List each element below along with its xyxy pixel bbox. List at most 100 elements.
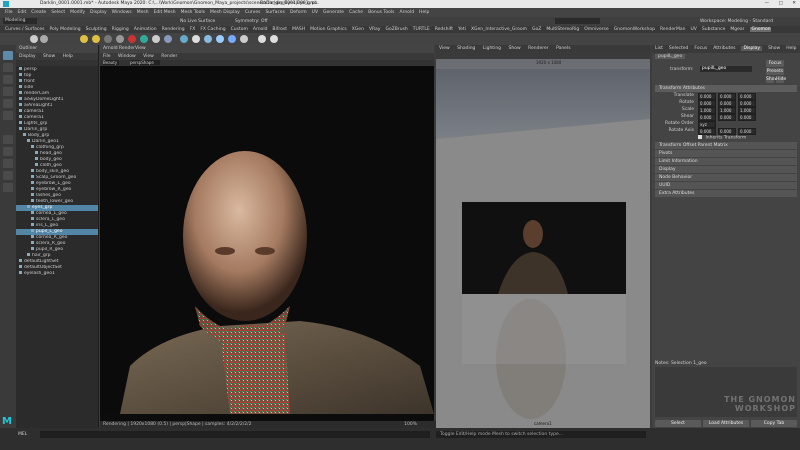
shelf-tab[interactable]: MASH	[292, 27, 305, 32]
shelf-tab[interactable]: RenderMan	[660, 27, 686, 32]
shelf-tab[interactable]: Bifrost	[272, 27, 287, 32]
layout-icon[interactable]	[3, 171, 13, 180]
viewport-menu-view[interactable]: View	[439, 46, 450, 51]
menu-item[interactable]: Help	[419, 10, 429, 15]
attribute-value-field[interactable]: 1.000	[738, 107, 756, 114]
select-tool-icon[interactable]	[3, 51, 13, 60]
ae-section[interactable]: Pivots	[655, 150, 797, 157]
shelf-icon[interactable]	[228, 35, 236, 43]
sphere-icon[interactable]	[152, 35, 160, 43]
layout-icon[interactable]	[3, 183, 13, 192]
attribute-value-field[interactable]: 1.000	[718, 107, 736, 114]
ae-menu-item[interactable]: Focus	[694, 46, 707, 51]
renderview-menu-window[interactable]: Window	[118, 54, 136, 59]
shelf-icon[interactable]	[104, 35, 112, 43]
shelf-tab[interactable]: GoZ	[532, 27, 541, 32]
shelf-icon[interactable]	[164, 35, 172, 43]
inherits-checkbox[interactable]	[698, 135, 702, 139]
ae-section[interactable]: Limit Information	[655, 158, 797, 165]
attribute-value-field[interactable]: 0.000	[698, 100, 716, 107]
workspace-label[interactable]: Workspace: Modeling - Standard	[700, 18, 773, 25]
shelf-tab[interactable]: GnomonWorkshop	[614, 27, 655, 32]
attribute-value-field[interactable]: 0.000	[718, 128, 736, 135]
attribute-value-field[interactable]: 0.000	[738, 93, 756, 100]
camera-viewport[interactable]: View Shading Lighting Show Renderer Pane…	[436, 45, 650, 428]
zoom-level[interactable]: 100%	[404, 421, 417, 428]
attribute-value-field[interactable]: 0.000	[698, 114, 716, 121]
menu-item[interactable]: Mesh Tools	[181, 10, 205, 15]
menu-item[interactable]: Arnold	[399, 10, 414, 15]
menu-item[interactable]: Deform	[290, 10, 307, 15]
renderview-menu-view[interactable]: View	[143, 54, 154, 59]
render-icon[interactable]	[128, 35, 136, 43]
shelf-tab[interactable]: Mgear	[730, 27, 744, 32]
viewport-menu-lighting[interactable]: Lighting	[483, 46, 501, 51]
paint-tool-icon[interactable]	[3, 75, 13, 84]
ae-section[interactable]: Display	[655, 166, 797, 173]
attribute-value-field[interactable]: 0.000	[698, 93, 716, 100]
layout-icon[interactable]	[3, 159, 13, 168]
shelf-tab[interactable]: Yeti	[458, 27, 466, 32]
menu-item[interactable]: Cache	[349, 10, 363, 15]
attribute-value-field[interactable]: 0.000	[738, 100, 756, 107]
shelf-icon[interactable]	[180, 35, 188, 43]
mode-dropdown[interactable]: Modeling	[3, 18, 37, 24]
ae-menu-item[interactable]: Attributes	[713, 46, 735, 51]
attribute-value-field[interactable]: 0.000	[718, 93, 736, 100]
menu-item[interactable]: Modify	[70, 10, 85, 15]
menu-item[interactable]: File	[5, 10, 13, 15]
shelf-tab[interactable]: UV	[691, 27, 697, 32]
shelf-tab[interactable]: TURTLE	[413, 27, 430, 32]
minimize-button[interactable]: —	[765, 1, 770, 6]
menu-item[interactable]: Edit Mesh	[154, 10, 176, 15]
shelf-tab[interactable]: FX	[190, 27, 196, 32]
focus-button[interactable]: Focus	[766, 60, 784, 67]
shelf-icon[interactable]	[40, 35, 48, 43]
viewport-menu-show[interactable]: Show	[508, 46, 520, 51]
camera-dropdown[interactable]: perspShape	[130, 60, 160, 65]
menu-item[interactable]: Bonus Tools	[368, 10, 394, 15]
attribute-value-field[interactable]: 0.000	[718, 114, 736, 121]
node-tab[interactable]: pupilL_geo	[655, 54, 686, 59]
shelf-icon[interactable]	[270, 35, 278, 43]
menu-item[interactable]: Select	[51, 10, 65, 15]
select-button[interactable]: Select	[655, 420, 701, 427]
menu-item[interactable]: Generate	[323, 10, 344, 15]
mel-label[interactable]: MEL	[18, 432, 27, 437]
rotate-tool-icon[interactable]	[3, 99, 13, 108]
shelf-tab[interactable]: XGen	[352, 27, 364, 32]
ae-menu-item[interactable]: Show	[768, 46, 780, 51]
outliner-menu-help[interactable]: Help	[63, 54, 73, 59]
menu-item[interactable]: Display	[90, 10, 107, 15]
layout-icon[interactable]	[3, 147, 13, 156]
shelf-tab[interactable]: Sculpting	[86, 27, 107, 32]
shelf-tab[interactable]: XGen_Interactive_Groom	[471, 27, 527, 32]
live-surface[interactable]: No Live Surface	[180, 18, 215, 25]
symmetry-label[interactable]: Symmetry: Off	[235, 18, 268, 25]
aov-dropdown[interactable]: Beauty	[103, 60, 119, 65]
transform-attributes-section[interactable]: Transform Attributes	[655, 85, 797, 92]
menu-item[interactable]: UV	[312, 10, 318, 15]
shelf-tab[interactable]: Rigging	[112, 27, 129, 32]
menu-item[interactable]: Mesh	[137, 10, 149, 15]
shelf-tab[interactable]: Substance	[702, 27, 726, 32]
layout-icon[interactable]	[3, 135, 13, 144]
shelf-tab[interactable]: Redshift	[435, 27, 453, 32]
outliner-search[interactable]	[16, 60, 98, 66]
shelf-tab[interactable]: Rendering	[162, 27, 185, 32]
shelf-icon[interactable]	[216, 35, 224, 43]
shelf-icon[interactable]	[240, 35, 248, 43]
attribute-value-field[interactable]: 0.000	[718, 100, 736, 107]
shelf-icon[interactable]	[204, 35, 212, 43]
outliner-menu-display[interactable]: Display	[19, 54, 36, 59]
move-tool-icon[interactable]	[3, 87, 13, 96]
ae-section[interactable]: UUID	[655, 182, 797, 189]
shelf-icon[interactable]	[30, 35, 38, 43]
ae-menu-item[interactable]: Selected	[669, 46, 689, 51]
lasso-tool-icon[interactable]	[3, 63, 13, 72]
shelf-icon[interactable]	[258, 35, 266, 43]
presets-button[interactable]: Presets	[766, 68, 784, 75]
shelf-tab[interactable]: Animation	[134, 27, 157, 32]
ae-menu-item[interactable]: List	[655, 46, 663, 51]
shelf-tab[interactable]: Arnold	[253, 27, 268, 32]
